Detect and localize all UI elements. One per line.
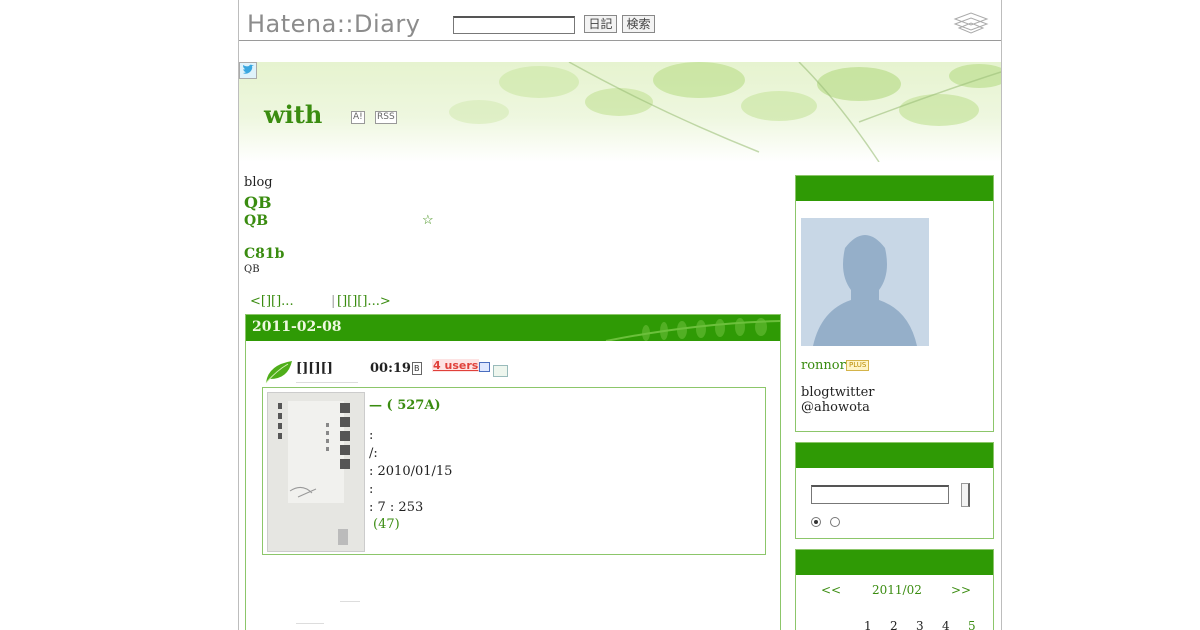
calendar-prev-link[interactable]: <<: [821, 583, 841, 597]
image-icon[interactable]: [493, 365, 508, 377]
profile-bio-line1: blogtwitter: [801, 385, 875, 400]
leaf-icon: [265, 361, 292, 384]
avatar[interactable]: [801, 218, 929, 346]
book-review-count-link[interactable]: (47): [373, 517, 400, 532]
search-scope-radio-2[interactable]: [830, 517, 840, 527]
twitter-bird-icon[interactable]: [239, 62, 257, 79]
blog-description: blog: [244, 175, 273, 190]
book-rank-pages: : 7 : 253: [369, 500, 424, 515]
book-media: :: [369, 482, 374, 497]
calendar-day: 3: [916, 619, 924, 630]
bookmark-users-count[interactable]: 4 users: [432, 359, 480, 372]
comment-icon[interactable]: [479, 362, 490, 372]
book-cover-image[interactable]: [267, 392, 365, 552]
star-button[interactable]: ☆: [422, 213, 434, 228]
divider: [296, 623, 324, 624]
username-link[interactable]: ronnor: [801, 358, 846, 373]
calendar-day: 1: [864, 619, 872, 630]
calendar-module-header: [796, 550, 993, 575]
antenna-button[interactable]: A!: [351, 111, 365, 124]
calendar-next-link[interactable]: >>: [951, 583, 971, 597]
entry-title[interactable]: [][][]: [296, 361, 358, 383]
search-button[interactable]: 検索: [622, 15, 655, 33]
calendar-day: 4: [942, 619, 950, 630]
sidebar-search-input[interactable]: [811, 485, 949, 504]
description-c81b: C81b: [244, 246, 285, 262]
description-heading-qb: QB: [244, 193, 272, 212]
entry-time[interactable]: 00:19: [370, 361, 411, 376]
rss-button[interactable]: RSS: [375, 111, 397, 124]
calendar-day: 2: [890, 619, 898, 630]
book-info-box: — ( 527A) : /: : 2010/01/15 : : 7 : 253 …: [262, 387, 766, 555]
day-section: 2011-02-08 [][][] 00:19 B 4 users — (52…: [245, 314, 781, 630]
next-entry-link[interactable]: [][][]...>: [337, 294, 391, 309]
profile-module: ronnor PLUS blogtwitter @ahowota: [795, 175, 994, 432]
header-subbar: [239, 41, 1001, 63]
hatena-bookmark-icon[interactable]: B: [412, 362, 422, 375]
sidebar-search-button[interactable]: [961, 483, 970, 507]
blog-banner: with A! RSS: [239, 62, 1001, 162]
search-scope-radio-1[interactable]: [811, 517, 821, 527]
prev-entry-link[interactable]: <[][]...: [250, 294, 294, 309]
search-module-header: [796, 443, 993, 468]
divider: [340, 601, 360, 602]
calendar-module: << 2011/02 >> 1 2 3 4 5: [795, 549, 994, 630]
hatena-diamond-icon[interactable]: [951, 12, 991, 34]
day-date[interactable]: 2011-02-08: [252, 319, 342, 335]
header-search-input[interactable]: [453, 16, 575, 34]
nav-separator: |: [331, 294, 336, 309]
profile-bio-line2: @ahowota: [801, 400, 870, 415]
book-publisher: /:: [369, 446, 378, 461]
profile-module-header: [796, 176, 993, 201]
book-title-link[interactable]: — ( 527A): [369, 398, 441, 413]
diary-button[interactable]: 日記: [584, 15, 617, 33]
description-subheading-qb: QB: [244, 213, 269, 229]
hatena-diary-logo[interactable]: Hatena::Diary: [247, 10, 420, 38]
calendar-month-link[interactable]: 2011/02: [872, 583, 922, 597]
book-author: :: [369, 428, 374, 443]
search-module: [795, 442, 994, 539]
description-note-qb: QB: [244, 264, 260, 275]
plus-badge[interactable]: PLUS: [846, 360, 870, 371]
page: Hatena::Diary 日記 検索 with A! RSS blog QB …: [238, 0, 1002, 630]
book-release-date: : 2010/01/15: [369, 464, 453, 479]
calendar-day-link[interactable]: 5: [968, 619, 976, 630]
global-header: Hatena::Diary 日記 検索: [239, 0, 1001, 41]
day-header: 2011-02-08: [246, 315, 780, 341]
blog-title[interactable]: with: [264, 100, 322, 129]
